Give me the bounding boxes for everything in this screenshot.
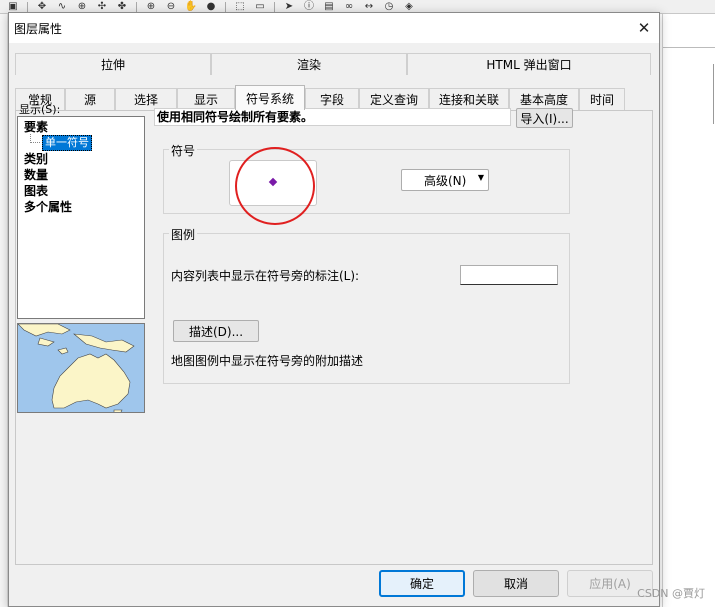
- curve-icon[interactable]: ∿: [53, 1, 71, 13]
- tab-definition-query[interactable]: 定义查询: [359, 88, 429, 110]
- toolbar-separator: [136, 1, 137, 12]
- tab-selection[interactable]: 选择: [115, 88, 177, 110]
- find-icon[interactable]: ▤: [320, 1, 338, 13]
- toolbar-separator: [274, 1, 275, 12]
- panel-line: [713, 64, 714, 124]
- crosshair-icon[interactable]: ⊕: [73, 1, 91, 13]
- zoom-out-icon[interactable]: ⊖: [162, 1, 180, 13]
- zoom-in-icon[interactable]: ⊕: [142, 1, 160, 13]
- tree-item-quantities[interactable]: 数量: [24, 167, 48, 183]
- tab-row-top: 拉伸 渲染 HTML 弹出窗口: [15, 53, 651, 75]
- dialog-title: 图层属性: [14, 21, 63, 36]
- point-symbol-icon: [268, 177, 278, 187]
- toolbar-separator: [27, 1, 28, 12]
- tree-connector: [30, 134, 40, 143]
- toc-label-input[interactable]: [460, 265, 558, 285]
- zoom-in-full-icon[interactable]: ✣: [93, 1, 111, 13]
- tab-display[interactable]: 显示: [177, 88, 235, 110]
- tool-icon[interactable]: ▣: [4, 1, 22, 13]
- symbol-group: [163, 149, 570, 214]
- tab-rendering[interactable]: 渲染: [211, 53, 407, 75]
- measure-icon[interactable]: ↔: [360, 1, 378, 13]
- select-features-icon[interactable]: ⬚: [231, 1, 249, 13]
- toc-label: 内容列表中显示在符号旁的标注(L):: [171, 269, 360, 283]
- dropdown-arrow-icon: ▼: [477, 173, 484, 182]
- tab-base-heights[interactable]: 基本高度: [509, 88, 579, 110]
- describe-note: 地图图例中显示在符号旁的附加描述: [171, 354, 364, 368]
- import-button[interactable]: 导入(I)...: [516, 108, 573, 128]
- dialog-titlebar[interactable]: 图层属性 ✕: [9, 13, 659, 43]
- time-slider-icon[interactable]: ◷: [380, 1, 398, 13]
- symbology-description: 使用相同符号绘制所有要素。: [154, 108, 511, 126]
- pointer-icon[interactable]: ➤: [280, 1, 298, 13]
- layer-properties-dialog: 图层属性 ✕ 拉伸 渲染 HTML 弹出窗口 常规 源 选择 显示 符号系统 字…: [8, 12, 660, 607]
- tree-item-categories[interactable]: 类别: [24, 151, 48, 167]
- toolbar-separator: [225, 1, 226, 12]
- cancel-button[interactable]: 取消: [473, 570, 559, 597]
- advanced-dropdown-button[interactable]: 高级(N) ▼: [401, 169, 489, 191]
- info-icon[interactable]: ⓘ: [300, 1, 318, 13]
- australia-map-graphic: [18, 324, 135, 412]
- tab-symbology[interactable]: 符号系统: [235, 85, 305, 110]
- tab-extrusion[interactable]: 拉伸: [15, 53, 211, 75]
- zoom-out-full-icon[interactable]: ✤: [113, 1, 131, 13]
- tab-html-popup[interactable]: HTML 弹出窗口: [407, 53, 651, 75]
- legend-group-title: 图例: [169, 226, 198, 243]
- app-left-panel: [0, 14, 8, 607]
- show-tree: 要素 单一符号 类别 数量 图表 多个属性: [17, 116, 145, 319]
- binoculars-icon[interactable]: ∞: [340, 1, 358, 13]
- globe-icon[interactable]: ●: [202, 1, 220, 13]
- tree-item-multiple-attributes[interactable]: 多个属性: [24, 199, 72, 215]
- cube-icon[interactable]: ◈: [400, 1, 418, 13]
- symbol-group-title: 符号: [169, 142, 198, 159]
- advanced-label: 高级(N): [424, 173, 467, 188]
- tab-fields[interactable]: 字段: [305, 88, 359, 110]
- tree-item-single-symbol[interactable]: 单一符号: [42, 135, 92, 151]
- symbology-preview-map: [17, 323, 145, 413]
- symbol-preview-button[interactable]: [229, 160, 317, 206]
- hand-icon[interactable]: ✋: [182, 1, 200, 13]
- tab-row-bottom: 常规 源 选择 显示 符号系统 字段 定义查询 连接和关联 基本高度 时间: [15, 75, 625, 110]
- clear-selection-icon[interactable]: ▭: [251, 1, 269, 13]
- tab-time[interactable]: 时间: [579, 88, 625, 110]
- tab-joins-relates[interactable]: 连接和关联: [429, 88, 509, 110]
- watermark: CSDN @賈灯: [637, 587, 705, 600]
- show-label: 显示(S):: [19, 103, 61, 116]
- ok-button[interactable]: 确定: [379, 570, 465, 597]
- tab-source[interactable]: 源: [65, 88, 115, 110]
- panel-divider: [663, 47, 715, 48]
- tree-item-charts[interactable]: 图表: [24, 183, 48, 199]
- app-right-panel: [662, 14, 715, 607]
- tree-item-features[interactable]: 要素: [24, 119, 48, 135]
- pan-icon[interactable]: ✥: [33, 1, 51, 13]
- close-icon[interactable]: ✕: [629, 13, 659, 43]
- describe-button[interactable]: 描述(D)...: [173, 320, 259, 342]
